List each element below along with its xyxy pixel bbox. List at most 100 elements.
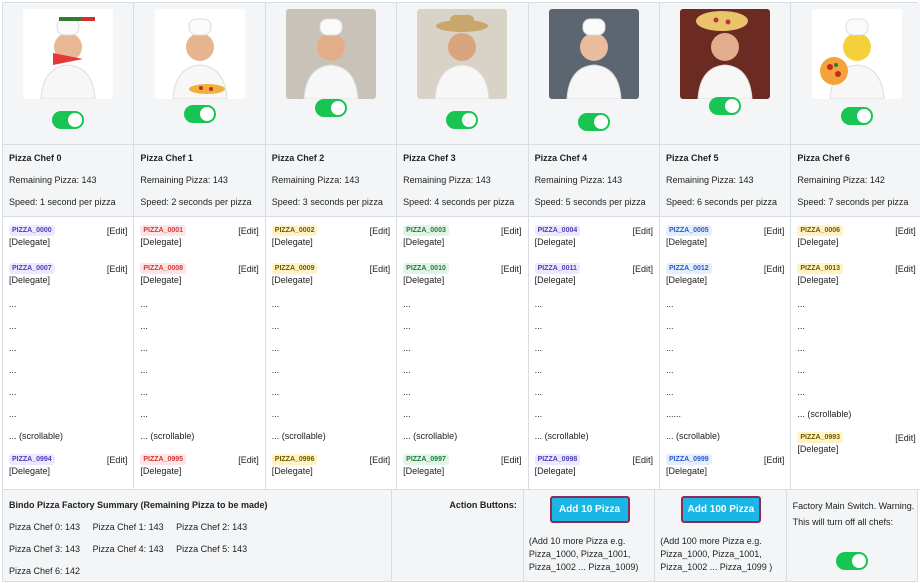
ellipsis-row: ... — [534, 343, 543, 353]
chef-name: Pizza Chef 5 — [665, 153, 719, 163]
edit-link[interactable]: [Edit] — [238, 454, 259, 466]
scrollable-note: ... (scrollable) — [665, 431, 720, 441]
add-100-cell: Add 100 Pizza (Add 100 more Pizza e.g. P… — [655, 490, 787, 582]
pizza-item: PIZZA_0011 [Edit] [Delegate] — [534, 261, 653, 299]
pizza-item: PIZZA_0010 [Edit] [Delegate] — [403, 261, 522, 299]
chef-5-photo — [680, 9, 771, 99]
chef-2-toggle[interactable] — [314, 99, 347, 117]
delegate-link[interactable]: [Delegate] — [403, 465, 521, 477]
delegate-link[interactable]: [Delegate] — [666, 274, 784, 286]
ellipsis-row: ... — [271, 387, 280, 397]
delegate-link[interactable]: [Delegate] — [140, 274, 258, 286]
delegate-link[interactable]: [Delegate] — [9, 465, 127, 477]
delegate-link[interactable]: [Delegate] — [535, 274, 653, 286]
pizza-id-badge: PIZZA_0998 — [534, 454, 581, 465]
edit-link[interactable]: [Edit] — [370, 263, 391, 275]
summary-chef-5: Pizza Chef 5: 143 — [176, 544, 248, 554]
edit-link[interactable]: [Edit] — [107, 225, 128, 237]
chef-2-info: Pizza Chef 2 Remaining Pizza: 143 Speed: 3… — [265, 145, 398, 217]
remaining-pizza: Remaining Pizza: 143 — [9, 175, 97, 185]
chef-0-info: Pizza Chef 0 Remaining Pizza: 143 Speed: 1… — [3, 145, 135, 217]
edit-link[interactable]: [Edit] — [501, 263, 522, 275]
ellipsis-row: ... — [665, 343, 674, 353]
delegate-link[interactable]: [Delegate] — [666, 236, 784, 248]
edit-link[interactable]: [Edit] — [632, 263, 653, 275]
edit-link[interactable]: [Edit] — [895, 432, 916, 444]
edit-link[interactable]: [Edit] — [370, 225, 391, 237]
ellipsis-row: ... — [534, 365, 543, 375]
delegate-link[interactable]: [Delegate] — [535, 236, 653, 248]
ellipsis-row: ... — [271, 343, 280, 353]
chef-0-photo-cell — [3, 3, 135, 145]
edit-link[interactable]: [Edit] — [107, 454, 128, 466]
ellipsis-row: ... — [797, 299, 805, 309]
add-10-pizza-button[interactable]: Add 10 Pizza — [549, 496, 630, 523]
pizza-id-badge: PIZZA_0995 — [140, 454, 187, 465]
ellipsis-row: ... (scrollable) — [797, 409, 852, 419]
chef-1-toggle[interactable] — [183, 105, 216, 123]
chef-3-toggle[interactable] — [446, 111, 479, 129]
delegate-link[interactable]: [Delegate] — [797, 443, 915, 455]
edit-link[interactable]: [Edit] — [764, 263, 785, 275]
pizza-item: PIZZA_0999 [Edit] [Delegate] — [665, 452, 785, 490]
edit-link[interactable]: [Edit] — [501, 454, 522, 466]
chef-1-info: Pizza Chef 1 Remaining Pizza: 143 Speed: 2… — [134, 145, 266, 217]
chef-4-pizza-list: PIZZA_0004 [Edit] [Delegate] PIZZA_0011 … — [528, 217, 660, 490]
chef-6-toggle[interactable] — [840, 107, 873, 125]
delegate-link[interactable]: [Delegate] — [272, 274, 390, 286]
delegate-link[interactable]: [Delegate] — [272, 236, 390, 248]
edit-link[interactable]: [Edit] — [895, 263, 916, 275]
summary-chef-0: Pizza Chef 0: 143 — [9, 522, 81, 532]
edit-link[interactable]: [Edit] — [238, 263, 259, 275]
chef-5-toggle[interactable] — [709, 97, 742, 115]
chef-2-photo — [285, 9, 376, 99]
delegate-link[interactable]: [Delegate] — [140, 465, 258, 477]
ellipsis-row: ... — [140, 365, 148, 375]
delegate-link[interactable]: [Delegate] — [666, 465, 784, 477]
main-switch-toggle[interactable] — [835, 552, 868, 570]
summary-row-2: Pizza Chef 3: 143 Pizza Chef 4: 143 Pizz… — [9, 544, 391, 566]
pizza-id-badge: PIZZA_0003 — [403, 225, 449, 236]
edit-link[interactable]: [Edit] — [895, 225, 916, 237]
edit-link[interactable]: [Edit] — [370, 454, 391, 466]
toggle-knob — [725, 99, 740, 113]
pizza-item: PIZZA_0012 [Edit] [Delegate] — [665, 261, 785, 299]
pizza-id-badge: PIZZA_0012 — [665, 262, 712, 274]
edit-link[interactable]: [Edit] — [107, 263, 128, 275]
pizza-item: PIZZA_0998 [Edit] [Delegate] — [534, 452, 653, 490]
delegate-link[interactable]: [Delegate] — [9, 236, 127, 248]
edit-link[interactable]: [Edit] — [764, 454, 785, 466]
delegate-link[interactable]: [Delegate] — [797, 274, 915, 286]
delegate-link[interactable]: [Delegate] — [403, 274, 521, 286]
remaining-pizza: Remaining Pizza: 143 — [665, 175, 754, 185]
edit-link[interactable]: [Edit] — [764, 225, 785, 237]
pizza-id-badge: PIZZA_0010 — [403, 262, 449, 274]
add-100-pizza-button[interactable]: Add 100 Pizza — [680, 496, 761, 523]
delegate-link[interactable]: [Delegate] — [272, 465, 390, 477]
summary-row-3: Pizza Chef 6: 142 — [9, 566, 391, 583]
summary-chef-2: Pizza Chef 2: 143 — [176, 522, 248, 532]
edit-link[interactable]: [Edit] — [632, 225, 653, 237]
chef-0-pizza-list: PIZZA_0000 [Edit] [Delegate] PIZZA_0007 … — [3, 217, 135, 490]
summary-title: Bindo Pizza Factory Summary (Remaining P… — [9, 500, 268, 510]
delegate-link[interactable]: [Delegate] — [797, 236, 915, 248]
delegate-link[interactable]: [Delegate] — [140, 236, 258, 248]
chef-4-toggle[interactable] — [577, 113, 610, 131]
toggle-knob — [462, 113, 477, 127]
delegate-link[interactable]: [Delegate] — [9, 274, 127, 286]
chef-5-photo-cell — [659, 3, 792, 145]
pizza-item: PIZZA_0997 [Edit] [Delegate] — [403, 452, 522, 490]
ellipsis-row: ... — [665, 321, 674, 331]
pizza-id-badge: PIZZA_0002 — [271, 225, 318, 236]
ellipsis-row: ... — [797, 321, 805, 331]
chef-3-pizza-list: PIZZA_0003 [Edit] [Delegate] PIZZA_0010 … — [397, 217, 529, 490]
edit-link[interactable]: [Edit] — [632, 454, 653, 466]
delegate-link[interactable]: [Delegate] — [535, 465, 653, 477]
chef-0-toggle[interactable] — [52, 111, 85, 129]
chef-speed: Speed: 6 seconds per pizza — [665, 197, 778, 207]
pizza-item: PIZZA_0004 [Edit] [Delegate] — [534, 223, 653, 261]
edit-link[interactable]: [Edit] — [501, 225, 522, 237]
delegate-link[interactable]: [Delegate] — [403, 236, 521, 248]
edit-link[interactable]: [Edit] — [238, 225, 259, 237]
add-10-note: (Add 10 more Pizza e.g. Pizza_1000, Pizz… — [528, 536, 639, 572]
